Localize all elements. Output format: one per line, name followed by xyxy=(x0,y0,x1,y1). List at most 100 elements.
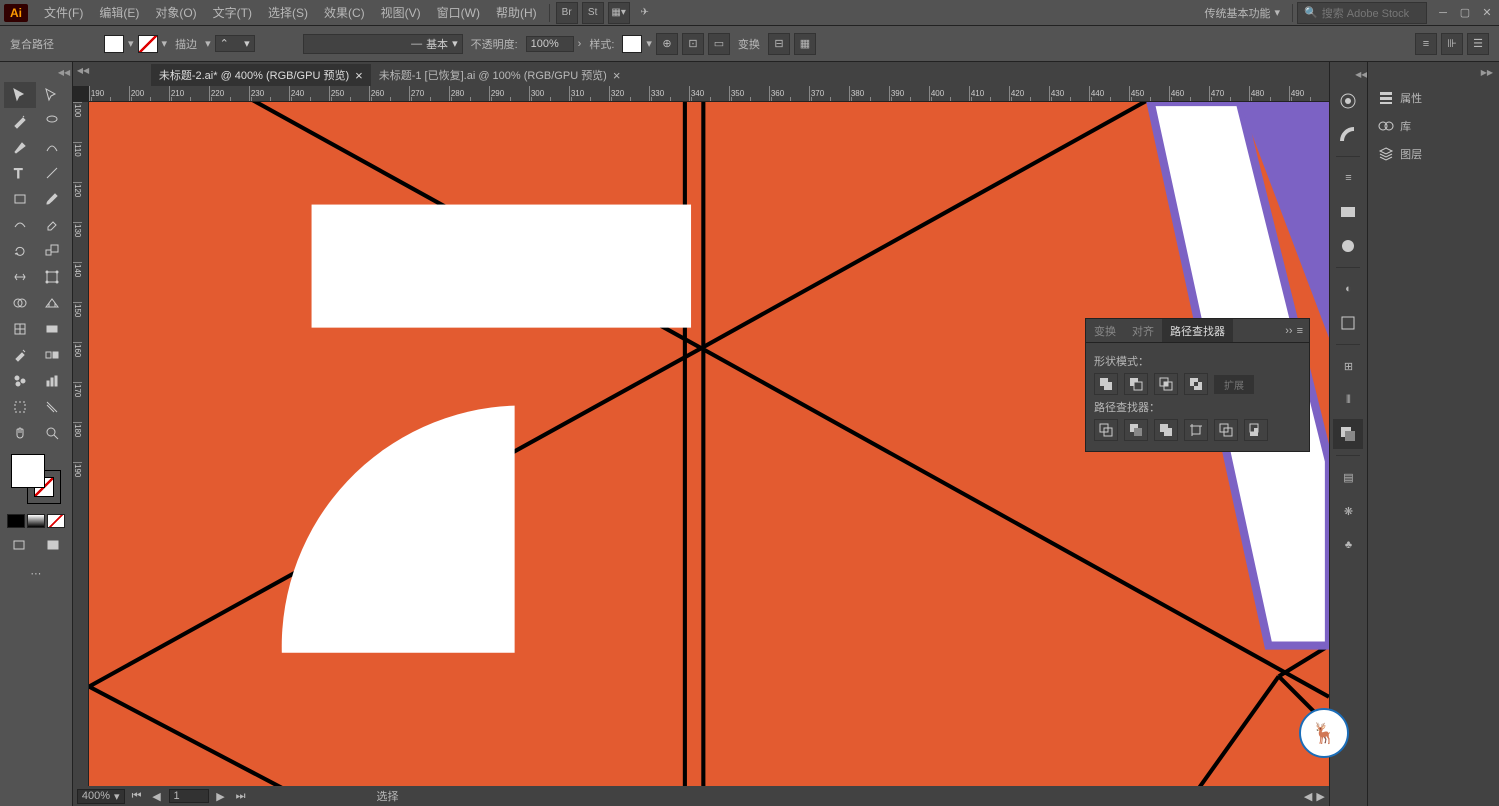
color-mode-none[interactable] xyxy=(47,514,65,528)
collapse-tools-icon[interactable]: ◀◀ xyxy=(58,68,70,78)
pathfinder-tab[interactable]: 路径查找器 xyxy=(1162,319,1233,342)
stroke-swatch[interactable] xyxy=(138,35,158,53)
collapse-left-icon[interactable]: ◀◀ xyxy=(77,66,89,76)
menu-edit[interactable]: 编辑(E) xyxy=(91,0,147,25)
color-mode-gradient[interactable] xyxy=(27,514,45,528)
brush-dropdown[interactable]: — 基本 ▾ xyxy=(303,34,463,54)
perspective-tool[interactable] xyxy=(36,290,68,316)
swatches-panel-icon[interactable]: ♣ xyxy=(1333,530,1363,560)
shape-builder-tool[interactable] xyxy=(4,290,36,316)
stroke-panel-icon[interactable]: ≡ xyxy=(1333,163,1363,193)
transform-panel-icon[interactable]: ⊞ xyxy=(1333,351,1363,381)
panel-collapse-icon[interactable]: ›› xyxy=(1285,325,1292,337)
close-tab-icon[interactable]: × xyxy=(613,68,621,83)
maximize-icon[interactable]: ▢ xyxy=(1457,7,1473,19)
pathfinder-panel-icon[interactable] xyxy=(1333,419,1363,449)
screen-mode-icon[interactable] xyxy=(3,532,35,558)
fill-stroke-control[interactable] xyxy=(11,454,61,504)
search-input[interactable]: 🔍 搜索 Adobe Stock xyxy=(1297,2,1427,24)
mesh-tool[interactable] xyxy=(4,316,36,342)
gradient-tool[interactable] xyxy=(36,316,68,342)
trim-button[interactable] xyxy=(1124,419,1148,441)
stroke-weight-input[interactable]: ⌃▾ xyxy=(215,35,255,52)
mask-icon[interactable]: ▦ xyxy=(794,33,816,55)
menu-select[interactable]: 选择(S) xyxy=(260,0,316,25)
blend-tool[interactable] xyxy=(36,342,68,368)
recolor-icon[interactable]: ⊕ xyxy=(656,33,678,55)
type-tool[interactable]: T xyxy=(4,160,36,186)
layers-tab[interactable]: 图层 xyxy=(1368,140,1499,168)
menu-window[interactable]: 窗口(W) xyxy=(429,0,488,25)
document-tab-2[interactable]: 未标题-1 [已恢复].ai @ 100% (RGB/GPU 预览)× xyxy=(371,64,629,86)
properties-tab[interactable]: 属性 xyxy=(1368,84,1499,112)
shaper-tool[interactable] xyxy=(4,212,36,238)
stock-icon[interactable]: St xyxy=(582,2,604,24)
bridge-icon[interactable]: Br xyxy=(556,2,578,24)
style-swatch[interactable] xyxy=(622,35,642,53)
page-input[interactable]: 1 xyxy=(169,789,209,803)
shape-icon[interactable]: ▭ xyxy=(708,33,730,55)
edit-toolbar-icon[interactable]: ⋯ xyxy=(4,560,68,586)
zoom-tool[interactable] xyxy=(36,420,68,446)
minimize-icon[interactable]: ─ xyxy=(1435,7,1451,19)
eyedropper-tool[interactable] xyxy=(4,342,36,368)
rotate-tool[interactable] xyxy=(4,238,36,264)
appearance-panel-icon[interactable]: ◐ xyxy=(1333,274,1363,304)
eraser-tool[interactable] xyxy=(36,212,68,238)
intersect-button[interactable] xyxy=(1154,373,1178,395)
width-tool[interactable] xyxy=(4,264,36,290)
slice-tool[interactable] xyxy=(36,394,68,420)
expand-button[interactable]: 扩展 xyxy=(1214,375,1254,394)
hand-tool[interactable] xyxy=(4,420,36,446)
document-tab-1[interactable]: 未标题-2.ai* @ 400% (RGB/GPU 预览)× xyxy=(151,64,371,86)
align-panel-icon[interactable]: ⫴ xyxy=(1333,385,1363,415)
color-guide-icon[interactable] xyxy=(1333,120,1363,150)
arrange-docs-icon[interactable]: ▦▾ xyxy=(608,2,630,24)
paintbrush-tool[interactable] xyxy=(36,186,68,212)
align-icon[interactable]: ⊡ xyxy=(682,33,704,55)
nav-last-icon[interactable]: ⏭ xyxy=(233,789,249,803)
menu-text[interactable]: 文字(T) xyxy=(205,0,260,25)
nav-prev-icon[interactable]: ◀ xyxy=(149,789,165,803)
expand-dock-icon[interactable]: ◀◀ xyxy=(1355,70,1367,80)
collapse-props-icon[interactable]: ▶▶ xyxy=(1481,68,1493,78)
close-tab-icon[interactable]: × xyxy=(355,68,363,83)
nav-next-icon[interactable]: ▶ xyxy=(213,789,229,803)
fill-swatch[interactable] xyxy=(104,35,124,53)
prefs1-icon[interactable]: ≡ xyxy=(1415,33,1437,55)
transform-tab[interactable]: 变换 xyxy=(1086,319,1124,342)
color-mode-solid[interactable] xyxy=(7,514,25,528)
close-icon[interactable]: ✕ xyxy=(1479,7,1495,19)
panel-menu-icon[interactable]: ≡ xyxy=(1297,325,1303,337)
isolate-icon[interactable]: ⊟ xyxy=(768,33,790,55)
transparency-panel-icon[interactable] xyxy=(1333,231,1363,261)
draw-mode-icon[interactable] xyxy=(37,532,69,558)
symbols-panel-icon[interactable]: ❋ xyxy=(1333,496,1363,526)
crop-button[interactable] xyxy=(1184,419,1208,441)
outline-button[interactable] xyxy=(1214,419,1238,441)
libraries-tab[interactable]: 库 xyxy=(1368,112,1499,140)
scale-tool[interactable] xyxy=(36,238,68,264)
lasso-tool[interactable] xyxy=(36,108,68,134)
gradient-panel-icon[interactable] xyxy=(1333,197,1363,227)
line-tool[interactable] xyxy=(36,160,68,186)
artboard-tool[interactable] xyxy=(4,394,36,420)
graph-tool[interactable] xyxy=(36,368,68,394)
selection-tool[interactable] xyxy=(4,82,36,108)
exclude-button[interactable] xyxy=(1184,373,1208,395)
scroll-right-icon[interactable]: ▶ xyxy=(1316,790,1324,803)
minus-front-button[interactable] xyxy=(1124,373,1148,395)
magic-wand-tool[interactable] xyxy=(4,108,36,134)
zoom-dropdown[interactable]: 400% ▾ xyxy=(77,789,125,804)
menu-effect[interactable]: 效果(C) xyxy=(316,0,373,25)
free-transform-tool[interactable] xyxy=(36,264,68,290)
prefs2-icon[interactable]: ⊪ xyxy=(1441,33,1463,55)
unite-button[interactable] xyxy=(1094,373,1118,395)
opacity-input[interactable]: 100% xyxy=(526,36,574,52)
gpu-icon[interactable]: ✈ xyxy=(634,2,656,24)
divide-button[interactable] xyxy=(1094,419,1118,441)
minus-back-button[interactable] xyxy=(1244,419,1268,441)
transform-label[interactable]: 变换 xyxy=(738,36,760,52)
curvature-tool[interactable] xyxy=(36,134,68,160)
menu-icon[interactable]: ☰ xyxy=(1467,33,1489,55)
